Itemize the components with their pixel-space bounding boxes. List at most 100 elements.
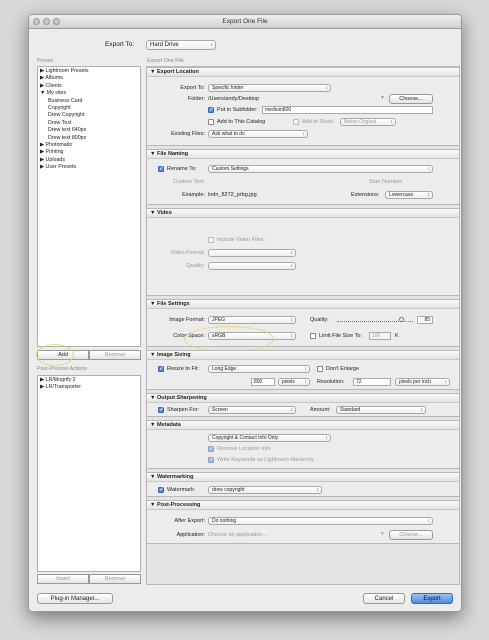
remove-action-button[interactable]: Remove (89, 574, 141, 584)
extensions-select[interactable]: Lowercase (385, 191, 433, 199)
choose-application-button[interactable]: Choose... (389, 530, 433, 540)
rename-template-select[interactable]: Custom Settings (208, 165, 433, 173)
sharpen-for-select[interactable]: Screen (208, 406, 296, 414)
export-location-panel: ▼ Export Location Export To: Specific fo… (146, 67, 460, 146)
stack-position-select[interactable]: Below Original (340, 118, 396, 126)
post-processing-panel: ▼ Post-Processing After Export: Do nothi… (146, 500, 460, 544)
post-process-item[interactable]: ▶ LR/Transporter (40, 384, 81, 391)
watermarking-header[interactable]: ▼ Watermarking (147, 473, 459, 482)
export-one-file-header: Export One File (147, 58, 184, 64)
post-processing-header[interactable]: ▼ Post-Processing (147, 501, 459, 510)
preset-item[interactable]: ▶ Uploads (40, 157, 89, 164)
preset-list[interactable]: ▶ Lightroom Presets ▶ Albums ▶ Clients ▼… (37, 66, 141, 347)
output-sharpening-panel: ▼ Output Sharpening Sharpen For: Screen … (146, 393, 460, 417)
output-sharpening-header[interactable]: ▼ Output Sharpening (147, 394, 459, 403)
resolution-unit-select[interactable]: pixels per inch (395, 378, 450, 386)
preset-item[interactable]: Drew text 800px (40, 135, 89, 142)
cancel-button[interactable]: Cancel (363, 593, 405, 604)
insert-button[interactable]: Insert (37, 574, 89, 584)
export-to-select[interactable]: Hard Drive (146, 40, 216, 50)
file-settings-header[interactable]: ▼ File Settings (147, 300, 459, 309)
add-to-catalog-checkbox[interactable] (208, 119, 214, 125)
start-number-label: Start Number: (369, 179, 404, 185)
existing-files-select[interactable]: Ask what to do (208, 130, 308, 138)
file-naming-header[interactable]: ▼ File Naming (147, 150, 459, 159)
preset-item[interactable]: ▶ User Presets (40, 164, 89, 171)
dont-enlarge-checkbox[interactable] (317, 366, 323, 372)
choose-folder-button[interactable]: Choose... (389, 94, 433, 104)
size-input[interactable]: 800 (251, 378, 275, 386)
remove-location-checkbox[interactable] (208, 445, 214, 452)
application-label: Application: (176, 532, 205, 538)
resolution-input[interactable]: 72 (353, 378, 391, 386)
metadata-select[interactable]: Copyright & Contact Info Only (208, 434, 331, 442)
remove-location-label: Remove Location Info (217, 446, 271, 452)
add-to-stack-label: Add to Stack: (302, 119, 335, 125)
subfolder-input[interactable]: medium800 (262, 106, 433, 114)
limit-file-size-input[interactable]: 100 (369, 332, 391, 340)
preset-item[interactable]: ▼ My sites (40, 90, 89, 97)
application-history-arrow[interactable]: ▾ (381, 531, 384, 537)
preset-item[interactable]: ▶ Clients (40, 83, 89, 90)
resize-mode-select[interactable]: Long Edge (208, 365, 310, 373)
metadata-header[interactable]: ▼ Metadata (147, 421, 459, 430)
include-video-label: Include Video Files: (217, 237, 265, 243)
preset-item[interactable]: ▶ Lightroom Presets (40, 68, 89, 75)
video-quality-select[interactable] (208, 262, 296, 270)
folder-history-arrow[interactable]: ▾ (381, 95, 384, 101)
write-keywords-checkbox[interactable] (208, 456, 214, 463)
add-to-catalog-label: Add to This Catalog (217, 119, 266, 125)
export-to-label: Export To: (105, 41, 135, 48)
preset-label: Preset: (37, 58, 54, 64)
remove-preset-button[interactable]: Remove (89, 350, 141, 360)
sharpen-for-checkbox[interactable] (158, 406, 164, 413)
image-sizing-header[interactable]: ▼ Image Sizing (147, 351, 459, 360)
limit-file-size-checkbox[interactable] (310, 333, 316, 339)
color-space-highlight-circle (184, 326, 274, 352)
preset-item[interactable]: ▶ Photomatix (40, 142, 89, 149)
post-process-list[interactable]: ▶ LR/Mogrify 2 ▶ LR/Transporter (37, 375, 141, 572)
limit-file-size-unit: K (395, 333, 399, 339)
put-in-subfolder-checkbox[interactable] (208, 106, 214, 113)
limit-file-size-label: Limit File Size To: (319, 333, 362, 339)
video-header[interactable]: ▼ Video (147, 209, 459, 218)
preset-item[interactable]: Drew text 640px (40, 127, 89, 134)
application-placeholder[interactable]: Choose an application... (208, 532, 267, 538)
after-export-select[interactable]: Do nothing (208, 517, 433, 525)
quality-value[interactable]: 85 (417, 316, 433, 324)
preset-item[interactable]: ▶ Printing (40, 149, 89, 156)
quality-slider-thumb[interactable] (399, 317, 404, 322)
watermark-label: Watermark: (167, 487, 196, 493)
preset-item[interactable]: Business Card (40, 98, 89, 105)
video-format-select[interactable] (208, 249, 296, 257)
export-to-location-label: Export To: (180, 85, 205, 91)
title-bar: Export One File (29, 15, 461, 29)
export-dialog-window: Export One File Export To: Hard Drive Pr… (28, 14, 462, 612)
add-to-stack-checkbox[interactable] (293, 119, 299, 125)
after-export-label: After Export: (174, 518, 205, 524)
rename-checkbox[interactable] (158, 165, 164, 172)
preset-item[interactable]: ▶ Albums (40, 75, 89, 82)
metadata-panel: ▼ Metadata Copyright & Contact Info Only… (146, 420, 460, 469)
include-video-checkbox[interactable] (208, 237, 214, 243)
preset-item[interactable]: Copyright (40, 105, 89, 112)
size-unit-select[interactable]: pixels (278, 378, 310, 386)
preset-item[interactable]: Drew Text (40, 120, 89, 127)
post-process-item[interactable]: ▶ LR/Mogrify 2 (40, 377, 81, 384)
plugin-manager-button[interactable]: Plug-in Manager... (37, 593, 113, 604)
export-location-header[interactable]: ▼ Export Location (147, 68, 459, 77)
video-format-label: Video Format: (170, 250, 205, 256)
preset-item[interactable]: Drew Copyright (40, 112, 89, 119)
amount-select[interactable]: Standard (336, 406, 426, 414)
resize-to-fit-checkbox[interactable] (158, 365, 164, 372)
export-to-location-select[interactable]: Specific folder (208, 84, 331, 92)
watermark-checkbox[interactable] (158, 486, 164, 493)
export-button[interactable]: Export (411, 593, 453, 604)
watermark-select[interactable]: drew copyright (208, 486, 322, 494)
image-format-select[interactable]: JPEG (208, 316, 296, 324)
put-in-subfolder-label: Put in Subfolder: (217, 107, 258, 113)
dont-enlarge-label: Don't Enlarge (326, 366, 360, 372)
video-quality-label: Quality: (186, 263, 205, 269)
add-highlight-circle (36, 344, 74, 366)
example-label: Example: (182, 192, 205, 198)
